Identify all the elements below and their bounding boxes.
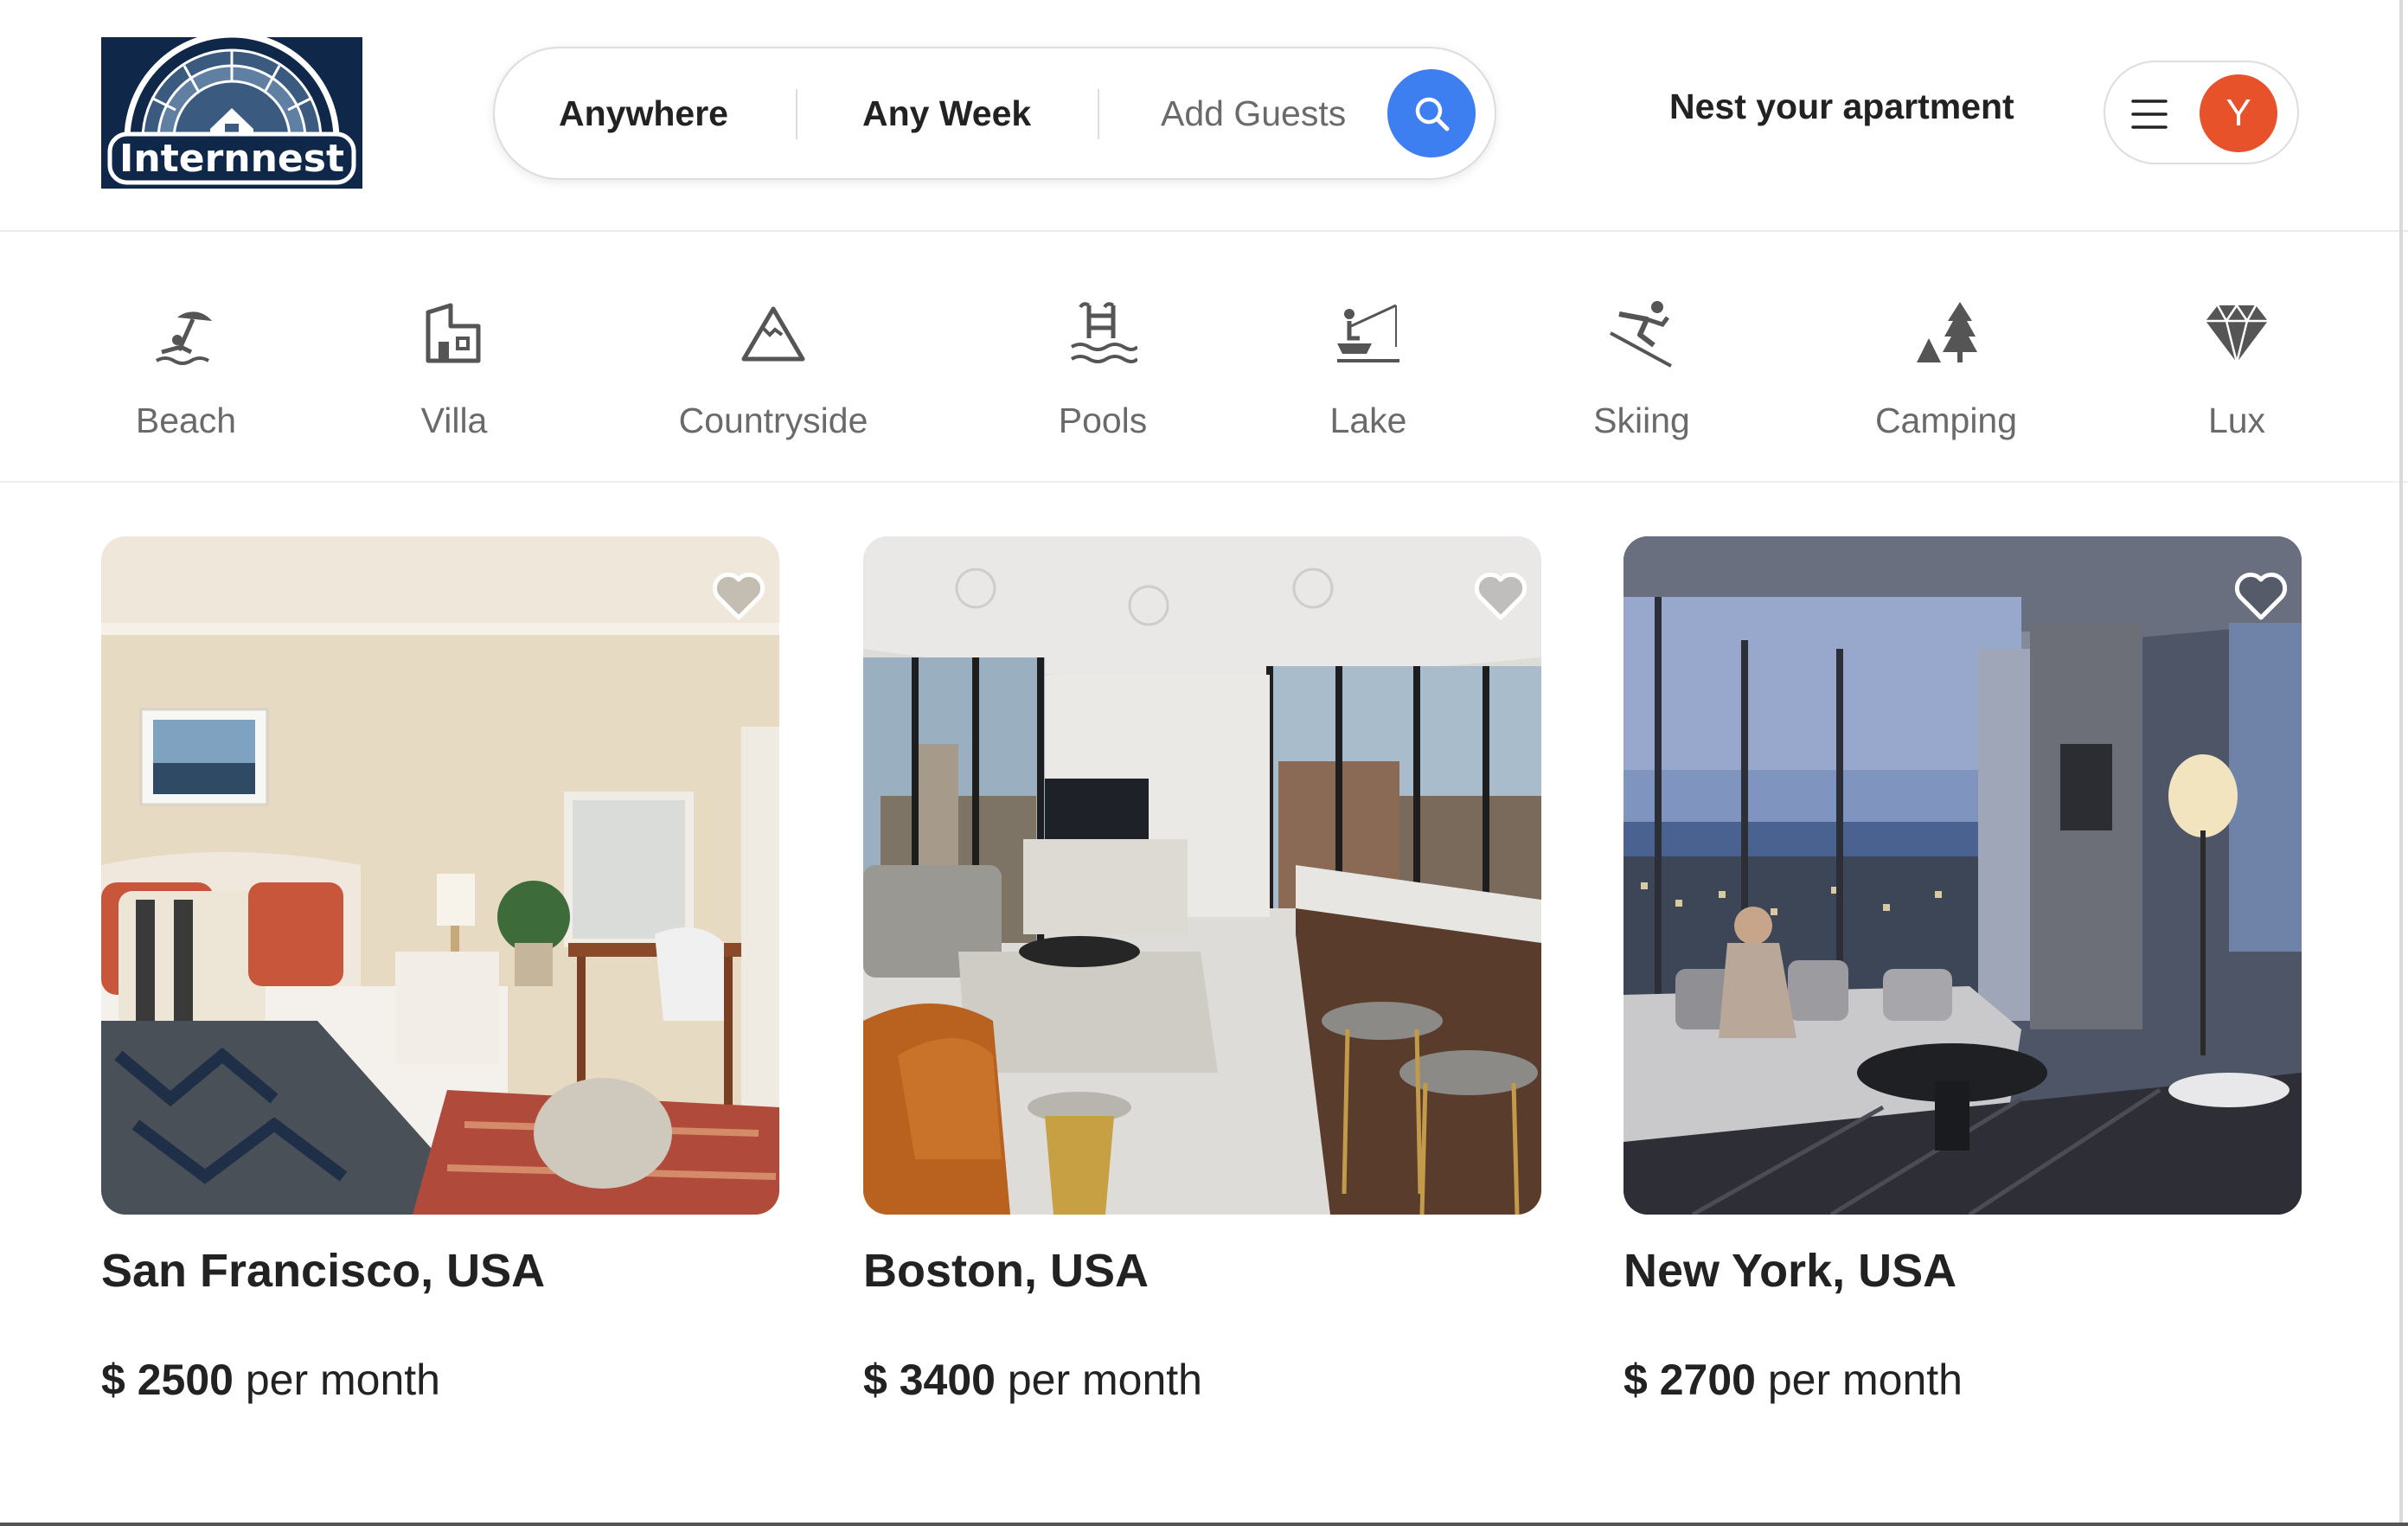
listing-card[interactable]: San Francisco, USA $ 2500 per month bbox=[101, 536, 779, 1404]
price-currency: $ bbox=[863, 1356, 887, 1404]
internnest-logo[interactable]: Internnest bbox=[101, 37, 362, 189]
listing-photo[interactable] bbox=[1623, 536, 2302, 1215]
listing-card[interactable]: New York, USA $ 2700 per month bbox=[1623, 536, 2302, 1404]
mountain-icon bbox=[741, 306, 805, 362]
search-divider bbox=[796, 89, 797, 139]
price-currency: $ bbox=[101, 1356, 125, 1404]
listing-title[interactable]: Boston, USA bbox=[863, 1244, 1149, 1298]
when-button[interactable]: Any Week bbox=[862, 48, 1031, 178]
category-camping[interactable]: Camping bbox=[1816, 234, 2076, 483]
price-amount: 3400 bbox=[899, 1356, 996, 1404]
price-amount: 2700 bbox=[1659, 1356, 1756, 1404]
category-beach[interactable]: Beach bbox=[56, 234, 316, 483]
penthouse-photo bbox=[1623, 536, 2302, 1215]
price-currency: $ bbox=[1623, 1356, 1648, 1404]
user-menu-button[interactable]: Y bbox=[2104, 61, 2299, 164]
skier-icon bbox=[1610, 301, 1672, 368]
lake-fishing-icon bbox=[1337, 304, 1399, 362]
category-label: Lux bbox=[2207, 401, 2266, 440]
search-divider bbox=[1098, 89, 1099, 139]
search-button[interactable] bbox=[1387, 69, 1476, 157]
category-label: Villa bbox=[420, 401, 488, 440]
listing-title[interactable]: New York, USA bbox=[1623, 1244, 1956, 1298]
category-skiing[interactable]: Skiing bbox=[1512, 234, 1771, 483]
category-label: Skiing bbox=[1593, 401, 1690, 440]
search-icon bbox=[1415, 97, 1450, 131]
heart-outline-icon[interactable] bbox=[1473, 571, 1528, 623]
listing-price: $ 3400 per month bbox=[863, 1355, 1202, 1405]
living-room-photo bbox=[863, 536, 1541, 1215]
listing-photo[interactable] bbox=[101, 536, 779, 1215]
hamburger-icon bbox=[2131, 99, 2168, 129]
heart-outline-icon[interactable] bbox=[2233, 571, 2289, 623]
host-apartment-link[interactable]: Nest your apartment bbox=[1669, 87, 2014, 127]
guests-input[interactable]: Add Guests bbox=[1161, 48, 1346, 178]
category-lake[interactable]: Lake bbox=[1239, 234, 1498, 483]
heart-outline-icon[interactable] bbox=[711, 571, 766, 623]
camping-tent-tree-icon bbox=[1917, 302, 1977, 362]
window-edge bbox=[2399, 0, 2403, 1526]
price-unit: per month bbox=[1007, 1356, 1202, 1404]
price-unit: per month bbox=[245, 1356, 440, 1404]
bedroom-photo bbox=[101, 536, 779, 1215]
where-button[interactable]: Anywhere bbox=[559, 48, 728, 178]
window-edge bbox=[0, 1523, 2408, 1526]
category-label: Camping bbox=[1874, 401, 2018, 440]
category-villa[interactable]: Villa bbox=[324, 234, 584, 483]
listing-price: $ 2500 per month bbox=[101, 1355, 440, 1405]
logo-wordmark: Internnest bbox=[119, 137, 344, 181]
search-bar[interactable]: Anywhere Any Week Add Guests bbox=[493, 47, 1496, 180]
category-pools[interactable]: Pools bbox=[973, 234, 1233, 483]
pool-ladder-icon bbox=[1070, 302, 1137, 363]
category-label: Countryside bbox=[678, 401, 868, 440]
category-label: Lake bbox=[1329, 401, 1407, 440]
listing-card[interactable]: Boston, USA $ 3400 per month bbox=[863, 536, 1541, 1404]
category-lux[interactable]: Lux bbox=[2107, 234, 2366, 483]
price-amount: 2500 bbox=[137, 1356, 234, 1404]
category-label: Pools bbox=[1058, 401, 1148, 440]
avatar[interactable]: Y bbox=[2200, 74, 2277, 152]
price-unit: per month bbox=[1767, 1356, 1963, 1404]
diamond-icon bbox=[2206, 303, 2268, 363]
beach-umbrella-icon bbox=[155, 311, 212, 365]
top-header: Internnest Anywhere Any Week Add Guests … bbox=[0, 0, 2408, 232]
listing-photo[interactable] bbox=[863, 536, 1541, 1215]
category-label: Beach bbox=[135, 401, 237, 440]
listing-title[interactable]: San Francisco, USA bbox=[101, 1244, 545, 1298]
category-bar: Beach Villa Countryside Pools Lake Skiin… bbox=[0, 234, 2408, 483]
villa-icon bbox=[426, 303, 481, 363]
category-countryside[interactable]: Countryside bbox=[644, 234, 903, 483]
listing-price: $ 2700 per month bbox=[1623, 1355, 1963, 1405]
